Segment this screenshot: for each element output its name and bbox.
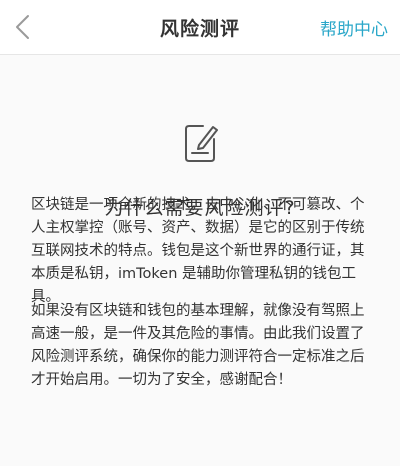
intro-paragraph: 区块链是一项全新的技术，去中心化、不可篡改、个人主权掌控（账号、资产、数据）是它… xyxy=(31,197,365,305)
document-edit-icon xyxy=(185,125,218,162)
warning-paragraph: 如果没有区块链和钱包的基本理解，就像没有驾照上高速一般，是一件及其危险的事情。由… xyxy=(31,303,365,388)
help-center-link[interactable]: 帮助中心 xyxy=(320,15,388,40)
top-navigation-bar: 风险测评 帮助中心 xyxy=(0,0,400,55)
